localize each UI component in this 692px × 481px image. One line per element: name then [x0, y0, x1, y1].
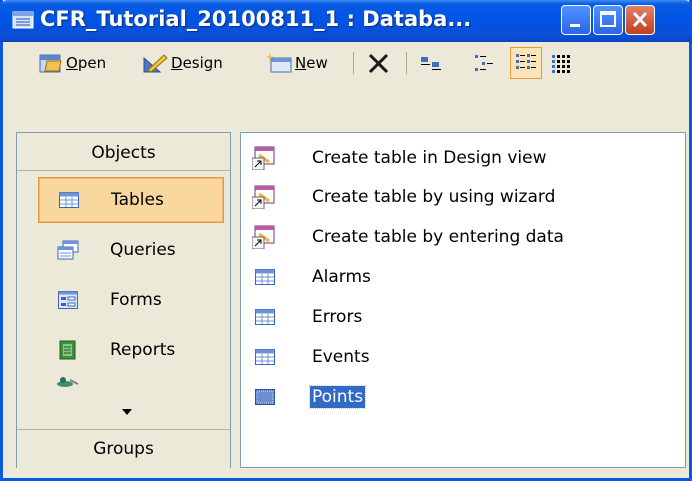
form-icon [56, 291, 80, 309]
new-button[interactable]: New [266, 50, 328, 76]
large-icons-button[interactable] [419, 50, 443, 76]
close-icon [632, 11, 648, 28]
small-icons-icon [475, 55, 493, 71]
table-icon [251, 269, 279, 285]
query-icon [56, 240, 80, 260]
list-item[interactable]: Events [251, 342, 372, 372]
design-icon [143, 54, 168, 73]
list-view-icon [516, 54, 536, 69]
minimize-button[interactable] [561, 5, 591, 35]
object-label: Queries [110, 240, 176, 260]
new-label: New [295, 54, 328, 72]
objects-bar: Objects Tables Queries Forms Reports Gro… [16, 132, 231, 468]
maximize-button[interactable] [593, 5, 623, 35]
delete-icon [368, 53, 389, 74]
database-window: CFR_Tutorial_20100811_1 : Databa... Open… [0, 0, 692, 481]
object-reports[interactable]: Reports [38, 327, 224, 373]
item-label: Create table by using wizard [312, 187, 556, 207]
object-queries[interactable]: Queries [38, 227, 224, 273]
object-label: Tables [111, 190, 164, 210]
design-label: Design [171, 54, 223, 72]
close-button[interactable] [625, 5, 655, 35]
object-label: Forms [110, 290, 162, 310]
groups-header[interactable]: Groups [17, 429, 230, 468]
table-icon [251, 349, 279, 365]
new-icon [266, 53, 292, 73]
maximize-icon [600, 11, 616, 27]
page-icon [56, 375, 80, 387]
list-item[interactable]: Create table by using wizard [251, 182, 557, 212]
report-icon [56, 340, 80, 360]
database-window-icon [12, 11, 34, 29]
toolbar-separator [353, 52, 354, 74]
shortcut-icon [251, 185, 279, 209]
item-label: Points [308, 385, 367, 409]
title-bar[interactable]: CFR_Tutorial_20100811_1 : Databa... [0, 0, 692, 42]
open-label: Open [66, 54, 107, 72]
shortcut-icon [251, 225, 279, 249]
list-item[interactable]: Create table in Design view [251, 143, 549, 173]
object-list: Create table in Design view Create table… [240, 132, 686, 468]
window-title: CFR_Tutorial_20100811_1 : Databa... [40, 7, 472, 31]
details-view-icon [552, 55, 570, 73]
table-icon [251, 309, 279, 325]
open-icon [39, 54, 62, 73]
objects-header[interactable]: Objects [17, 136, 230, 171]
linked-table-icon [251, 389, 279, 405]
open-button[interactable]: Open [39, 50, 106, 76]
design-button[interactable]: Design [142, 50, 223, 76]
object-label: Reports [110, 340, 176, 360]
small-icons-button[interactable] [473, 50, 497, 76]
item-label: Errors [312, 307, 363, 327]
list-item[interactable]: Errors [251, 302, 364, 332]
list-item[interactable]: Points [251, 382, 367, 412]
minimize-icon [570, 24, 580, 27]
table-icon [57, 192, 81, 208]
object-pages[interactable] [38, 371, 224, 391]
scroll-down-arrow[interactable] [121, 401, 133, 420]
list-item[interactable]: Alarms [251, 262, 373, 292]
details-view-button[interactable] [550, 50, 576, 76]
item-label: Create table in Design view [312, 148, 547, 168]
item-label: Create table by entering data [312, 227, 564, 247]
toolbar: Open Design New [3, 42, 689, 82]
chevron-down-icon [122, 409, 132, 415]
item-label: Events [312, 347, 370, 367]
toolbar-separator [406, 52, 407, 74]
shortcut-icon [251, 146, 279, 170]
list-view-button[interactable] [510, 47, 542, 79]
object-forms[interactable]: Forms [38, 277, 224, 323]
list-item[interactable]: Create table by entering data [251, 222, 566, 252]
large-icons-icon [421, 57, 441, 70]
object-tables[interactable]: Tables [38, 177, 224, 223]
delete-button[interactable] [367, 50, 391, 76]
item-label: Alarms [312, 267, 371, 287]
